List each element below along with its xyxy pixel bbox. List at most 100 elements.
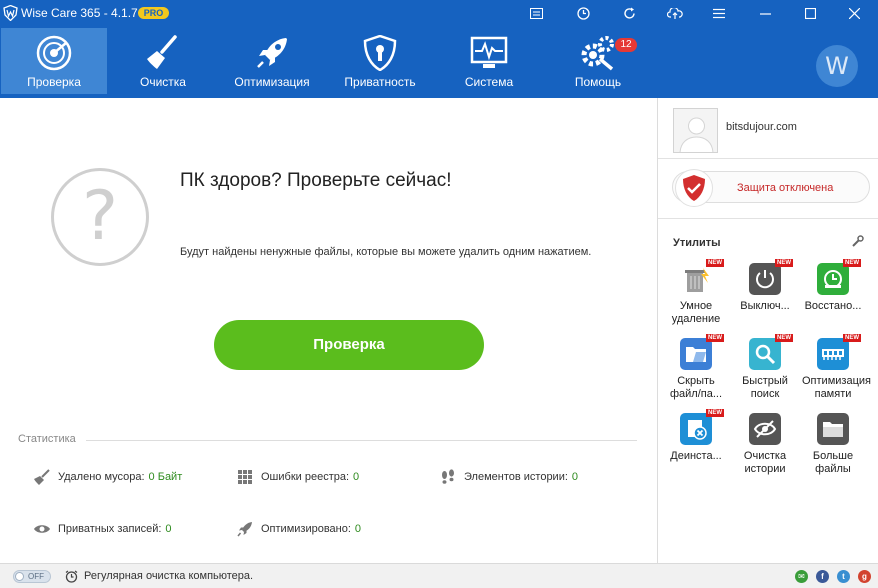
footprints-icon: [439, 468, 457, 486]
nav-label: Система: [464, 75, 514, 89]
new-badge: NEW: [706, 409, 724, 417]
message-icon[interactable]: [521, 0, 551, 27]
utilities-title: Утилиты: [673, 237, 721, 249]
notification-badge: 12: [615, 38, 637, 52]
stat-label: Ошибки реестра:: [261, 471, 350, 483]
stat-value: 0: [354, 523, 362, 535]
new-badge: NEW: [706, 259, 724, 267]
util-history-clean[interactable]: Очистка истории: [734, 413, 796, 476]
util-uninstall[interactable]: NEW Деинста...: [665, 409, 727, 463]
toggle-knob: [15, 572, 24, 581]
protection-status-button[interactable]: Защита отключена: [672, 169, 870, 207]
main-navigation: Проверка Очистка Оптимизация Приватность…: [0, 27, 878, 98]
pro-badge: PRO: [138, 7, 169, 19]
grid-icon: [236, 468, 254, 486]
broom-icon: [33, 468, 51, 486]
nav-label: Проверка: [27, 75, 81, 89]
power-icon: NEW: [749, 259, 793, 295]
toggle-label: OFF: [28, 572, 44, 581]
util-shutdown[interactable]: NEW Выключ...: [734, 259, 796, 313]
search-icon: NEW: [749, 334, 793, 370]
util-quick-search[interactable]: NEW Быстрый поиск: [734, 334, 796, 401]
nav-item-optimize[interactable]: Оптимизация: [219, 28, 325, 94]
nav-item-privacy[interactable]: Приватность: [327, 28, 433, 94]
stats-title: Статистика: [18, 433, 76, 445]
eye-icon: [33, 520, 51, 538]
nav-label: Оптимизация: [234, 75, 310, 89]
wrench-icon[interactable]: [852, 235, 864, 247]
util-label: Очистка истории: [743, 450, 787, 475]
util-label: Оптимизация памяти: [802, 375, 871, 400]
util-memory-optimize[interactable]: NEW Оптимизация памяти: [802, 334, 871, 401]
sidebar-divider: [658, 218, 878, 219]
maximize-icon[interactable]: [795, 0, 825, 27]
stat-value: 0: [571, 471, 579, 483]
minimize-icon[interactable]: [750, 0, 780, 27]
new-badge: NEW: [843, 259, 861, 267]
trash-icon: NEW: [680, 259, 724, 295]
util-label: Больше файлы: [812, 450, 854, 475]
auto-clean-toggle[interactable]: OFF: [13, 570, 51, 583]
page-title: ПК здоров? Проверьте сейчас!: [180, 170, 452, 191]
facebook-icon[interactable]: f: [816, 570, 829, 583]
stat-registry-errors: Ошибки реестра: 0: [236, 468, 359, 486]
util-label: Быстрый поиск: [742, 375, 788, 400]
username[interactable]: bitsdujour.com: [726, 121, 797, 133]
cloud-sync-icon[interactable]: [660, 0, 690, 27]
twitter-icon[interactable]: t: [837, 570, 850, 583]
stat-private-records: Приватных записей: 0: [33, 520, 172, 538]
nav-item-system[interactable]: Система: [436, 28, 542, 94]
stat-label: Приватных записей:: [58, 523, 162, 535]
nav-label: Очистка: [140, 75, 186, 89]
memory-icon: NEW: [817, 334, 861, 370]
protection-status-label: Защита отключена: [737, 182, 834, 194]
sidebar: bitsdujour.com Защита отключена Утилиты …: [658, 98, 878, 563]
google-plus-icon[interactable]: g: [858, 570, 871, 583]
rocket-icon: [236, 520, 254, 538]
util-label: Деинста...: [670, 450, 722, 462]
broom-icon: [143, 35, 183, 71]
gears-icon: [578, 35, 618, 71]
eye-off-icon: [749, 413, 781, 445]
nav-label: Помощь: [574, 75, 622, 89]
app-title: Wise Care 365 - 4.1.7: [21, 6, 138, 20]
stat-value: 0 Байт: [148, 471, 183, 483]
restore-icon: NEW: [817, 259, 861, 295]
stat-history-items: Элементов истории: 0: [439, 468, 578, 486]
new-badge: NEW: [775, 334, 793, 342]
app-logo-icon: [3, 5, 18, 21]
menu-list-icon[interactable]: [704, 0, 734, 27]
stat-label: Удалено мусора:: [58, 471, 145, 483]
email-icon[interactable]: ✉: [795, 570, 808, 583]
status-bar: OFF Регулярная очистка компьютера. ✉ f t…: [0, 563, 878, 588]
uninstall-icon: NEW: [680, 409, 724, 445]
new-badge: NEW: [843, 334, 861, 342]
scan-button[interactable]: Проверка: [214, 320, 484, 370]
stat-junk-removed: Удалено мусора: 0 Байт: [33, 468, 182, 486]
util-label: Умное удаление: [671, 300, 721, 325]
monitor-pulse-icon: [469, 35, 509, 71]
alarm-clock-icon: [65, 570, 78, 583]
refresh-icon[interactable]: [614, 0, 644, 27]
user-avatar[interactable]: [673, 108, 718, 153]
close-icon[interactable]: [839, 0, 869, 27]
stat-optimized: Оптимизировано: 0: [236, 520, 361, 538]
nav-item-help[interactable]: Помощь: [545, 28, 651, 94]
large-folder-icon: [817, 413, 849, 445]
sidebar-divider: [658, 158, 878, 159]
stat-value: 0: [353, 471, 360, 483]
shield-warning-icon: [675, 169, 713, 207]
radar-icon: [34, 35, 74, 71]
nav-item-check[interactable]: Проверка: [1, 28, 107, 94]
util-label: Восстано...: [804, 300, 862, 312]
schedule-clean-text[interactable]: Регулярная очистка компьютера.: [84, 570, 253, 582]
clock-icon[interactable]: [568, 0, 598, 27]
profile-avatar[interactable]: W: [816, 45, 858, 87]
util-restore[interactable]: NEW Восстано...: [802, 259, 864, 313]
nav-item-cleaner[interactable]: Очистка: [110, 28, 216, 94]
util-large-files[interactable]: Больше файлы: [802, 413, 864, 476]
stats-divider: [86, 440, 637, 441]
util-hide-file[interactable]: NEW Скрыть файл/па...: [665, 334, 727, 401]
stat-label: Элементов истории:: [464, 471, 568, 483]
util-smart-delete[interactable]: NEW Умное удаление: [665, 259, 727, 326]
